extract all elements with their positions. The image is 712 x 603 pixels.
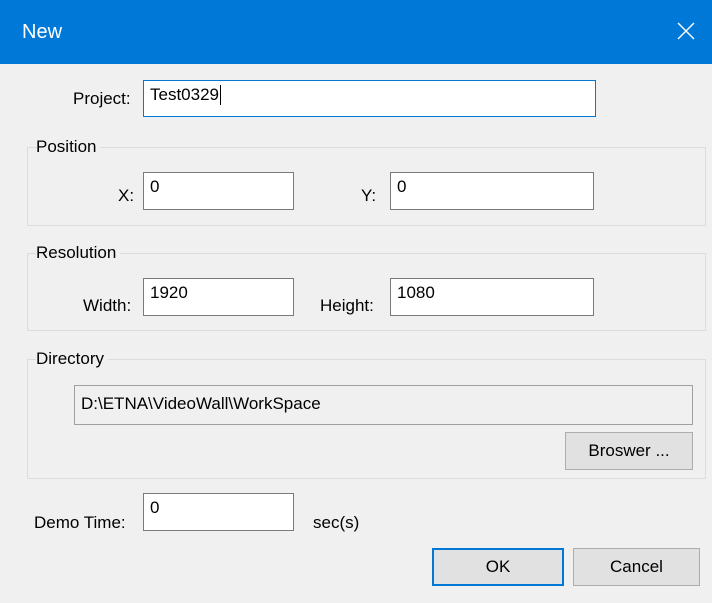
ok-button[interactable]: OK <box>432 548 564 586</box>
width-input[interactable]: 1920 <box>143 278 294 316</box>
height-input[interactable]: 1080 <box>390 278 594 316</box>
browse-button[interactable]: Broswer ... <box>565 432 693 470</box>
width-label: Width: <box>83 296 132 315</box>
demo-time-label: Demo Time: <box>34 513 126 532</box>
project-label: Project: <box>73 89 131 108</box>
y-label: Y: <box>361 186 377 205</box>
directory-path-field[interactable]: D:\ETNA\VideoWall\WorkSpace <box>74 385 693 425</box>
dialog-title: New <box>22 21 63 43</box>
y-value: 0 <box>397 177 407 196</box>
project-name-value: Test0329 <box>150 85 219 104</box>
text-caret <box>220 85 221 105</box>
x-value: 0 <box>150 177 160 196</box>
project-name-input[interactable]: Test0329 <box>143 80 596 117</box>
x-label: X: <box>118 186 135 205</box>
x-input[interactable]: 0 <box>143 172 294 210</box>
height-value: 1080 <box>397 283 435 302</box>
resolution-group-title: Resolution <box>36 243 121 263</box>
demo-time-value: 0 <box>150 498 160 517</box>
directory-path-value: D:\ETNA\VideoWall\WorkSpace <box>81 394 321 413</box>
demo-time-input[interactable]: 0 <box>143 493 294 531</box>
directory-group-title: Directory <box>36 349 109 369</box>
width-value: 1920 <box>150 283 188 302</box>
title-bar: New <box>0 0 712 64</box>
height-label: Height: <box>320 296 374 315</box>
y-input[interactable]: 0 <box>390 172 594 210</box>
close-button[interactable] <box>660 0 712 64</box>
new-project-dialog: New Project: Test0329 Position X: 0 Y: 0… <box>0 0 712 603</box>
position-group-title: Position <box>36 137 101 157</box>
demo-time-unit: sec(s) <box>313 513 360 532</box>
resolution-group <box>27 253 706 331</box>
close-icon <box>677 22 695 40</box>
cancel-button[interactable]: Cancel <box>573 548 700 586</box>
